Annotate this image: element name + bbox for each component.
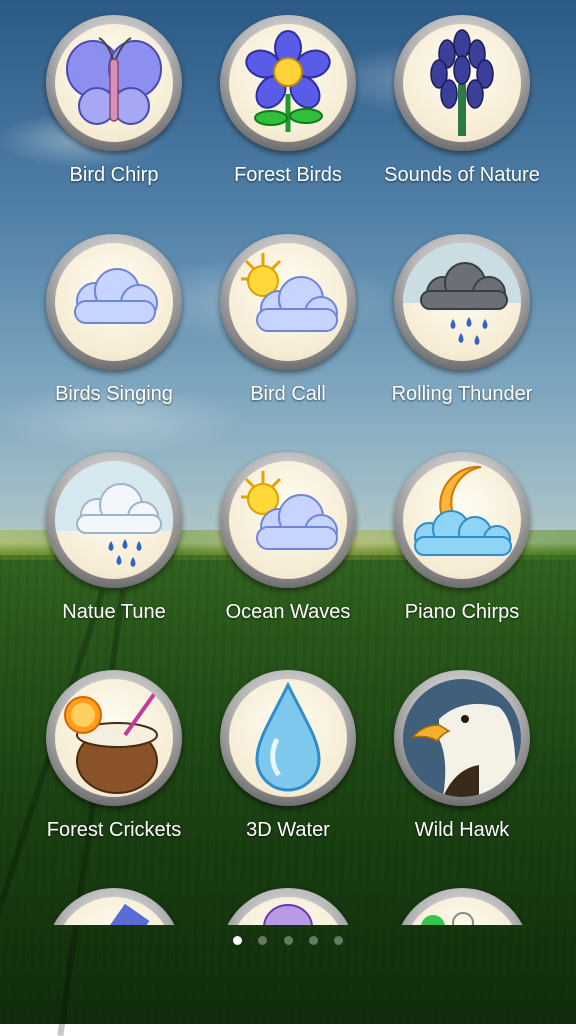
app-icon-frame: [394, 670, 530, 806]
page-dot[interactable]: [334, 936, 344, 945]
page-dot[interactable]: [308, 936, 318, 945]
moon-clouds-icon: [403, 461, 521, 579]
app-icon-frame: [220, 452, 356, 588]
app-label: Natue Tune: [62, 601, 166, 623]
app-label: Forest Birds: [234, 164, 342, 186]
app-label: Birds Singing: [55, 383, 173, 405]
app-icon-frame: [46, 234, 182, 370]
butterfly-icon: [55, 24, 173, 142]
app-sounds-of-nature[interactable]: Sounds of Nature: [377, 0, 547, 200]
app-icon-frame: [46, 452, 182, 588]
app-forest-birds[interactable]: Forest Birds: [203, 0, 373, 200]
app-bird-call[interactable]: Bird Call: [203, 219, 373, 419]
app-icon-frame: [46, 888, 182, 925]
app-partial-3[interactable]: [377, 873, 547, 925]
app-label: Bird Call: [250, 383, 326, 405]
app-label: Ocean Waves: [225, 601, 351, 623]
app-icon-frame: [220, 15, 356, 151]
page-indicator[interactable]: [0, 932, 576, 945]
app-label: 3D Water: [246, 819, 330, 841]
app-icon-frame: [220, 670, 356, 806]
page-dot[interactable]: [258, 936, 268, 945]
app-icon-frame: [394, 888, 530, 925]
pencil-icon: [55, 897, 173, 925]
app-natue-tune[interactable]: Natue Tune: [29, 437, 199, 637]
flower-icon: [229, 24, 347, 142]
app-icon-frame: [220, 234, 356, 370]
app-label: Wild Hawk: [414, 819, 510, 841]
page-dot[interactable]: [283, 936, 293, 945]
app-ocean-waves[interactable]: Ocean Waves: [203, 437, 373, 637]
app-wild-hawk[interactable]: Wild Hawk: [377, 655, 547, 855]
app-3d-water[interactable]: 3D Water: [203, 655, 373, 855]
app-bird-chirp[interactable]: Bird Chirp: [29, 0, 199, 200]
tulip-icon: [229, 897, 347, 925]
app-icon-frame: [220, 888, 356, 925]
partly-sunny-icon: [229, 243, 347, 361]
app-label: Rolling Thunder: [391, 383, 533, 405]
home-screen-grid: Bird Chirp Forest Birds Sounds of Nature…: [0, 0, 576, 925]
app-label: Bird Chirp: [69, 164, 159, 186]
eagle-icon: [403, 679, 521, 797]
app-label: Piano Chirps: [404, 601, 520, 623]
water-drop-icon: [229, 679, 347, 797]
page-dot-active[interactable]: [232, 936, 242, 945]
app-icon-frame: [46, 15, 182, 151]
app-icon-frame: [394, 234, 530, 370]
app-partial-1[interactable]: [29, 873, 199, 925]
app-label: Forest Crickets: [46, 819, 182, 841]
light-rain-icon: [55, 461, 173, 579]
app-rolling-thunder[interactable]: Rolling Thunder: [377, 219, 547, 419]
coconut-drink-icon: [55, 679, 173, 797]
app-label: Sounds of Nature: [384, 164, 540, 186]
app-partial-2[interactable]: [203, 873, 373, 925]
app-icon-frame: [394, 452, 530, 588]
app-icon-frame: [394, 15, 530, 151]
app-piano-chirps[interactable]: Piano Chirps: [377, 437, 547, 637]
app-birds-singing[interactable]: Birds Singing: [29, 219, 199, 419]
rain-cloud-icon: [403, 243, 521, 361]
app-forest-crickets[interactable]: Forest Crickets: [29, 655, 199, 855]
partly-sunny-icon: [229, 461, 347, 579]
cloud-icon: [55, 243, 173, 361]
ring-icon: [403, 897, 521, 925]
app-icon-frame: [46, 670, 182, 806]
lupine-icon: [403, 24, 521, 142]
